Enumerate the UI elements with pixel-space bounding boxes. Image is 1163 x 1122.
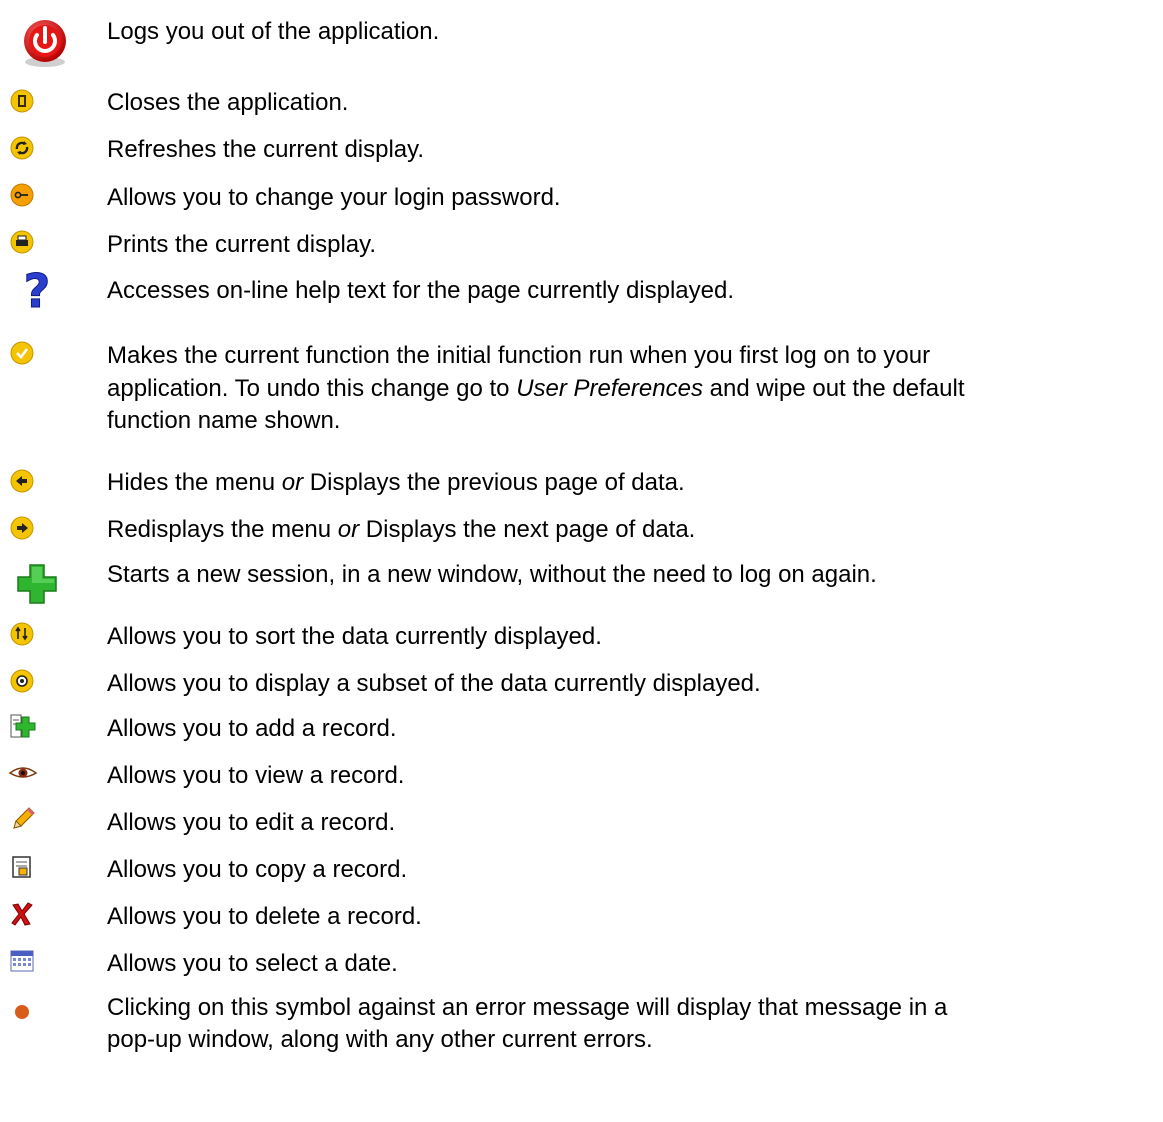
item-description: Prints the current display. — [107, 231, 377, 258]
item-description-line2: pop-up window, along with any other curr… — [107, 1026, 653, 1053]
item-description: Allows you to delete a record. — [107, 903, 422, 930]
item-description: Allows you to edit a record. — [107, 809, 396, 836]
edit-pencil-icon — [10, 806, 70, 856]
checkmark-icon — [10, 341, 70, 391]
arrow-left-icon — [10, 469, 70, 519]
item-description: Allows you to view a record. — [107, 762, 405, 789]
delete-x-icon — [10, 901, 70, 951]
item-description: Allows you to select a date. — [107, 950, 398, 977]
item-description: Closes the application. — [107, 89, 349, 116]
sort-icon — [10, 622, 70, 672]
item-description: Allows you to sort the data currently di… — [107, 623, 602, 650]
item-description: Refreshes the current display. — [107, 136, 425, 163]
item-description: Hides the menu or Displays the previous … — [107, 469, 685, 496]
refresh-icon — [10, 136, 70, 186]
item-description: Allows you to change your login password… — [107, 184, 561, 211]
help-question-icon: ? — [18, 267, 78, 317]
add-record-icon — [10, 714, 70, 764]
item-description-line1: Makes the current function the initial f… — [107, 342, 931, 369]
item-description-line1: Clicking on this symbol against an error… — [107, 994, 948, 1021]
item-description: Starts a new session, in a new window, w… — [107, 561, 877, 588]
svg-text:?: ? — [24, 267, 51, 317]
item-description-line2: application. To undo this change go to U… — [107, 375, 965, 402]
calendar-icon — [10, 950, 70, 1000]
item-description: Allows you to copy a record. — [107, 856, 408, 883]
power-icon — [18, 16, 78, 67]
item-description: Accesses on-line help text for the page … — [107, 277, 735, 304]
item-description: Allows you to display a subset of the da… — [107, 670, 761, 697]
item-description: Allows you to add a record. — [107, 715, 397, 742]
item-description-line3: function name shown. — [107, 407, 341, 434]
filter-icon — [10, 669, 70, 719]
exit-door-icon — [10, 89, 70, 139]
user-preferences-text: User Preferences — [516, 375, 703, 402]
item-description: Logs you out of the application. — [107, 18, 440, 45]
error-dot-icon — [12, 1002, 72, 1052]
arrow-right-icon — [10, 516, 70, 566]
item-description: Redisplays the menu or Displays the next… — [107, 516, 696, 543]
copy-record-icon — [10, 855, 70, 905]
new-session-plus-icon — [14, 561, 74, 611]
key-icon — [10, 183, 70, 233]
